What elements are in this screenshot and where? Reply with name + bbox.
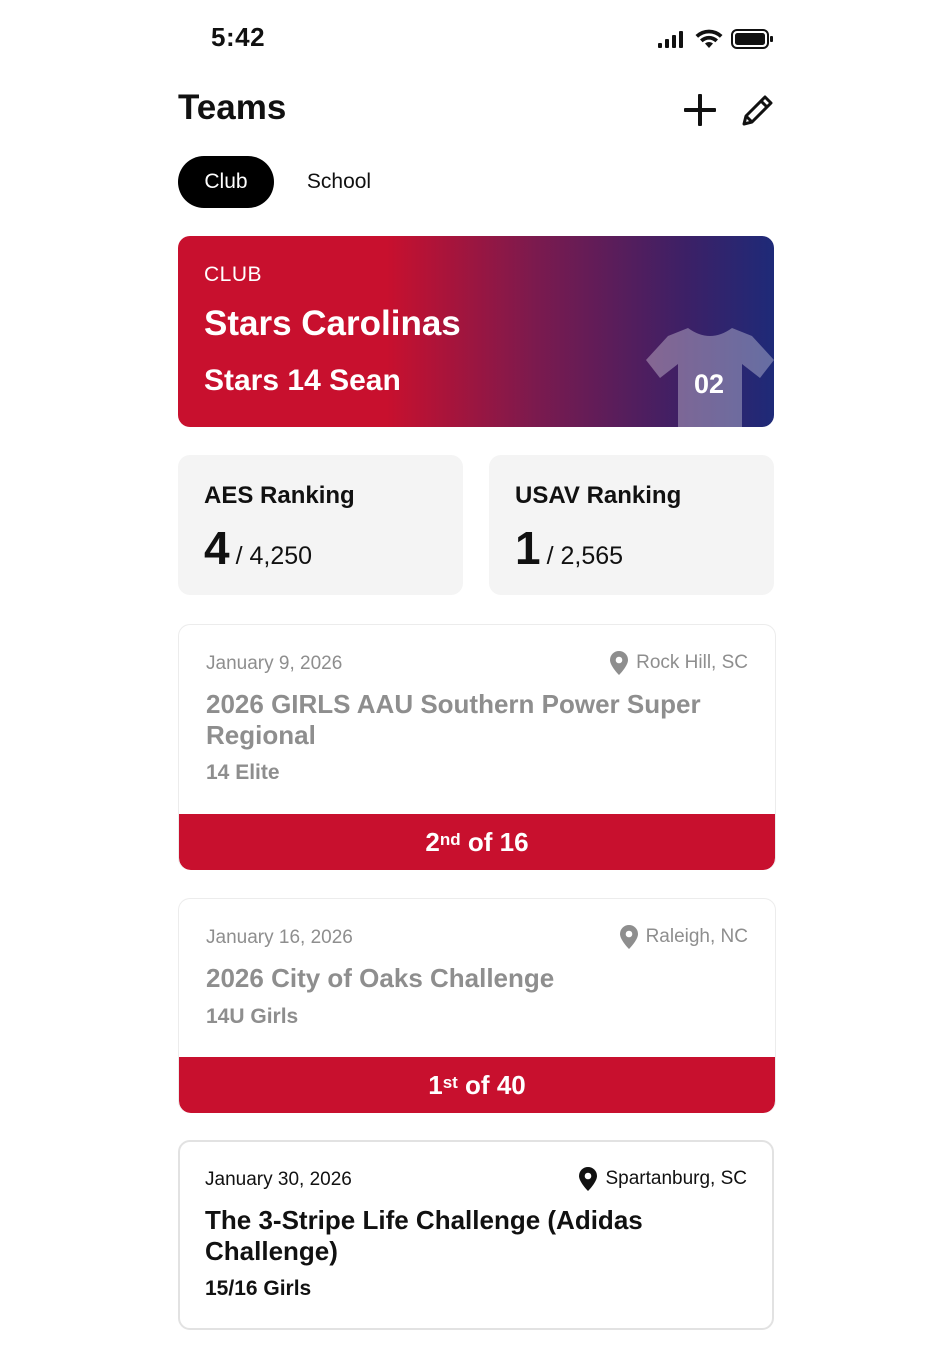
ranking-value: 1/ 2,565 [515, 521, 623, 575]
placement-bar: 1st of 40 [179, 1057, 775, 1113]
event-card[interactable]: January 9, 2026 Rock Hill, SC 2026 GIRLS… [178, 624, 776, 870]
plus-icon [684, 94, 716, 126]
event-division: 14U Girls [206, 1005, 299, 1028]
placement-number: 1 [428, 1069, 443, 1100]
location-pin-icon [610, 651, 629, 675]
event-division: 14 Elite [206, 761, 280, 784]
usav-ranking-card[interactable]: USAV Ranking 1/ 2,565 [489, 455, 774, 595]
event-division: 15/16 Girls [205, 1277, 312, 1300]
team-name: Stars 14 Sean [204, 364, 401, 397]
event-location: Raleigh, NC [619, 925, 748, 949]
tab-club[interactable]: Club [178, 156, 274, 208]
event-name: 2026 GIRLS AAU Southern Power Super Regi… [206, 689, 701, 750]
ranking-total: / 2,565 [546, 542, 624, 570]
placement-suffix: st [442, 1073, 458, 1092]
event-location-text: Raleigh, NC [645, 926, 748, 947]
cellular-signal-icon [658, 31, 683, 48]
event-date: January 30, 2026 [205, 1169, 352, 1190]
status-time: 5:42 [211, 22, 266, 52]
event-location-text: Rock Hill, SC [636, 652, 748, 673]
placement-bar: 2nd of 16 [179, 814, 775, 870]
event-location: Rock Hill, SC [610, 651, 748, 675]
edit-teams-button[interactable] [738, 90, 778, 130]
ranking-total: / 4,250 [235, 542, 313, 570]
event-name: The 3-Stripe Life Challenge (Adidas Chal… [205, 1205, 643, 1266]
ranking-title: AES Ranking [204, 482, 355, 509]
placement-total: of 16 [460, 826, 529, 857]
club-name: Stars Carolinas [204, 304, 461, 343]
event-card[interactable]: January 16, 2026 Raleigh, NC 2026 City o… [178, 898, 776, 1113]
ranking-position: 1 [515, 522, 541, 574]
event-card[interactable]: January 30, 2026 Spartanburg, SC The 3-S… [178, 1140, 774, 1330]
page-title: Teams [178, 88, 287, 127]
ranking-title: USAV Ranking [515, 482, 682, 509]
tab-school[interactable]: School [290, 156, 388, 208]
event-date: January 16, 2026 [206, 927, 353, 948]
ranking-value: 4/ 4,250 [204, 521, 312, 575]
aes-ranking-card[interactable]: AES Ranking 4/ 4,250 [178, 455, 463, 595]
location-pin-icon [579, 1167, 598, 1191]
event-location: Spartanburg, SC [579, 1167, 747, 1191]
battery-icon [731, 29, 773, 49]
jersey-number: 02 [693, 369, 725, 399]
placement-suffix: nd [439, 830, 461, 849]
ranking-position: 4 [204, 522, 230, 574]
event-name: 2026 City of Oaks Challenge [206, 963, 555, 993]
add-team-button[interactable] [680, 90, 720, 130]
location-pin-icon [619, 925, 638, 949]
event-date: January 9, 2026 [206, 653, 343, 674]
pencil-icon [742, 95, 773, 126]
wifi-icon [695, 29, 723, 48]
placement-number: 2 [425, 826, 440, 857]
event-location-text: Spartanburg, SC [605, 1168, 747, 1189]
placement-total: of 40 [457, 1069, 526, 1100]
team-card[interactable]: CLUB Stars Carolinas Stars 14 Sean 02 [178, 236, 774, 427]
status-icons [656, 26, 776, 56]
team-type-label: CLUB [204, 263, 263, 286]
